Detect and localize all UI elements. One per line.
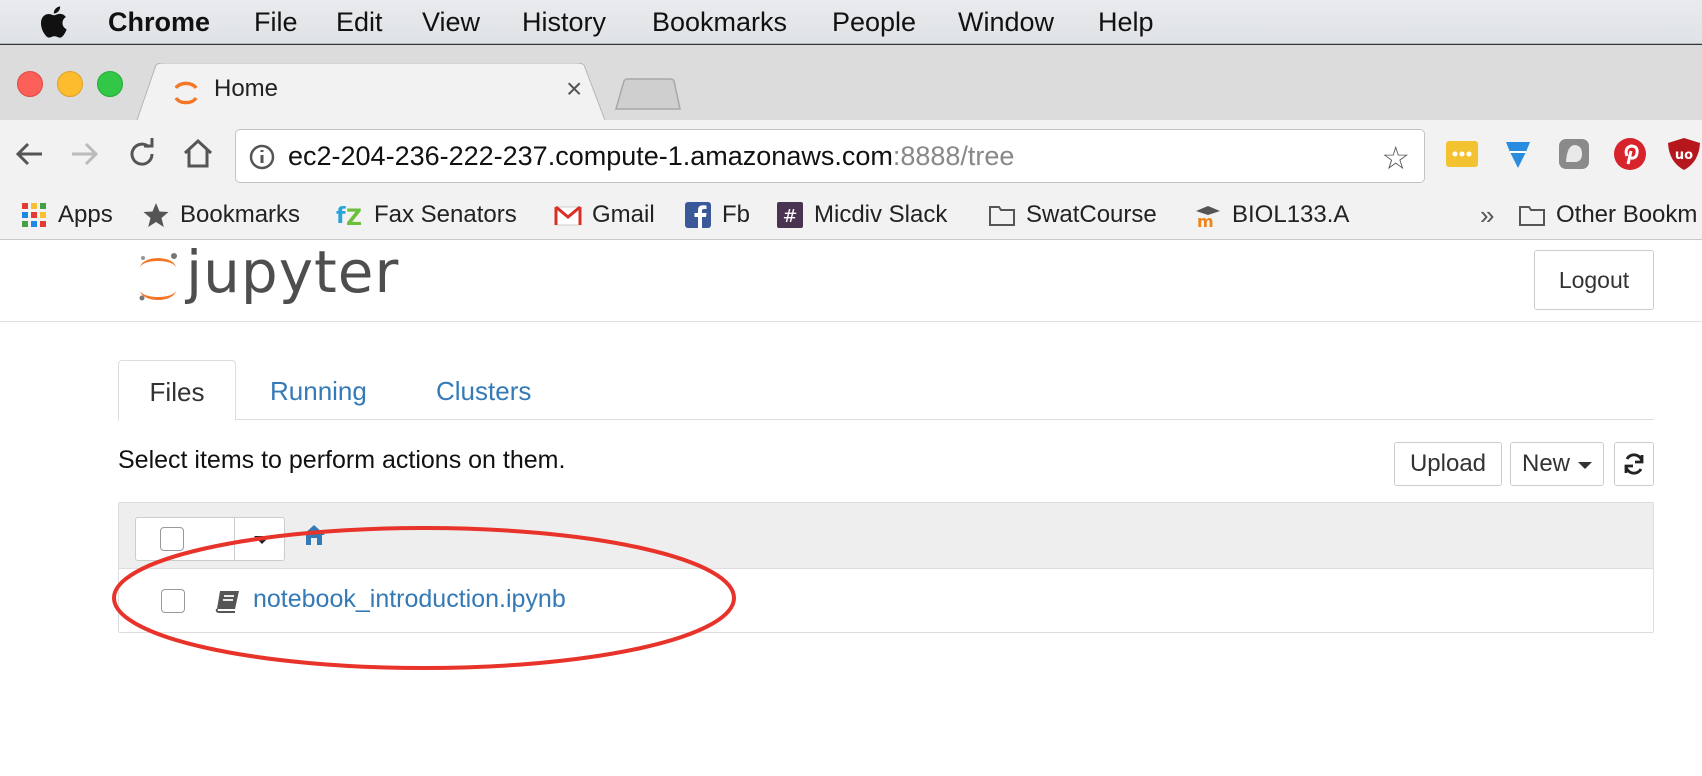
tab-strip: Home × (0, 44, 1702, 123)
gmail-icon (554, 205, 582, 226)
url-path: :8888/tree (892, 141, 1015, 171)
upload-button[interactable]: Upload (1394, 442, 1502, 486)
jupyter-tabs: Files Running Clusters (118, 360, 1654, 421)
jupyter-header: jupyter Logout (0, 238, 1702, 322)
menu-file[interactable]: File (254, 7, 298, 38)
bookmarks-bar: Apps Bookmarks f Z Fax Senators Gmail Fb… (0, 192, 1702, 240)
bookmark-gmail[interactable]: Gmail (554, 198, 655, 232)
bookmark-bookmarks[interactable]: Bookmarks (142, 198, 300, 232)
url-text[interactable]: ec2-204-236-222-237.compute-1.amazonaws.… (288, 141, 1014, 172)
menu-people[interactable]: People (832, 7, 916, 38)
svg-text:uo: uo (1675, 148, 1693, 163)
caret-down-icon (1578, 462, 1592, 469)
lastpass-extension-icon[interactable] (1444, 136, 1480, 172)
slack-icon: # (777, 202, 803, 228)
jupyter-logo-icon[interactable] (134, 248, 182, 308)
bookmark-biol133[interactable]: m BIOL133.A (1194, 198, 1349, 232)
tab-title: Home (214, 75, 279, 102)
bookmark-label: Fb (722, 201, 751, 228)
minimize-window-button[interactable] (57, 71, 83, 97)
bookmark-apps[interactable]: Apps (20, 198, 113, 232)
ublock-extension-icon[interactable]: uo (1666, 136, 1702, 172)
bookmark-other[interactable]: Other Bookm (1518, 198, 1697, 232)
new-tab-button[interactable] (614, 77, 682, 111)
refresh-button[interactable] (1614, 442, 1654, 486)
macos-menubar: Chrome File Edit View History Bookmarks … (0, 0, 1702, 44)
jupyter-favicon-icon (174, 81, 198, 105)
bookmarks-overflow-chevron-icon[interactable]: » (1480, 198, 1494, 232)
folder-icon (989, 206, 1015, 226)
tab-clusters[interactable]: Clusters (436, 360, 531, 421)
info-icon[interactable] (248, 143, 276, 171)
new-label: New (1521, 450, 1570, 477)
bookmark-label: Fax Senators (374, 201, 517, 228)
home-button-icon[interactable] (180, 136, 216, 172)
folder-icon (1519, 206, 1545, 226)
pinterest-extension-icon[interactable] (1612, 136, 1648, 172)
bookmark-label: Apps (58, 201, 113, 228)
apple-icon[interactable] (40, 6, 68, 38)
diamond-extension-icon[interactable] (1500, 136, 1536, 172)
bookmark-star-icon[interactable]: ☆ (1381, 139, 1410, 177)
bookmark-micdiv-slack[interactable]: # Micdiv Slack (776, 198, 947, 232)
new-dropdown-button[interactable]: New (1510, 442, 1604, 486)
jupyter-wordmark[interactable]: jupyter (186, 238, 399, 306)
back-arrow-icon[interactable] (12, 136, 48, 172)
tab-home[interactable]: Home × (136, 63, 606, 123)
menu-history[interactable]: History (522, 7, 606, 38)
tab-background (136, 63, 606, 123)
menu-edit[interactable]: Edit (336, 7, 383, 38)
menu-view[interactable]: View (422, 7, 480, 38)
reload-icon[interactable] (124, 136, 160, 172)
close-window-button[interactable] (17, 71, 43, 97)
svg-text:f: f (336, 204, 346, 229)
menu-bookmarks[interactable]: Bookmarks (652, 7, 787, 38)
tab-running[interactable]: Running (270, 360, 367, 421)
star-icon (143, 203, 169, 227)
bookmark-fax-senators[interactable]: f Z Fax Senators (336, 198, 517, 232)
tab-close-icon[interactable]: × (566, 73, 582, 105)
apps-grid-icon (22, 203, 46, 227)
bookmark-swatcourse[interactable]: SwatCourse (988, 198, 1157, 232)
forward-arrow-icon[interactable] (66, 136, 102, 172)
menu-chrome[interactable]: Chrome (108, 7, 210, 38)
bookmark-label: BIOL133.A (1232, 201, 1350, 228)
svg-text:Z: Z (346, 206, 362, 229)
browser-toolbar: ec2-204-236-222-237.compute-1.amazonaws.… (0, 120, 1702, 192)
bookmark-label: Bookmarks (180, 201, 301, 228)
bookmark-label: SwatCourse (1026, 201, 1157, 228)
refresh-icon (1624, 453, 1644, 475)
bookmark-fb[interactable]: Fb (684, 198, 750, 232)
svg-text:#: # (782, 206, 797, 227)
moodle-icon: m (1196, 206, 1220, 229)
address-bar[interactable]: ec2-204-236-222-237.compute-1.amazonaws.… (235, 129, 1425, 183)
menu-help[interactable]: Help (1098, 7, 1154, 38)
selection-hint: Select items to perform actions on them. (118, 446, 566, 474)
svg-text:m: m (1197, 212, 1214, 229)
bookmark-label: Micdiv Slack (814, 201, 948, 228)
fz-favicon-icon: f Z (336, 204, 362, 229)
menu-window[interactable]: Window (958, 7, 1054, 38)
ghostery-extension-icon[interactable] (1556, 136, 1592, 172)
url-host: ec2-204-236-222-237.compute-1.amazonaws.… (288, 141, 893, 171)
red-annotation-ellipse (112, 526, 736, 670)
bookmark-label: Gmail (592, 201, 655, 228)
logout-button[interactable]: Logout (1534, 250, 1654, 310)
bookmark-label: Other Bookm (1556, 201, 1698, 228)
facebook-icon (685, 202, 711, 228)
tab-files[interactable]: Files (118, 360, 236, 421)
fullscreen-window-button[interactable] (97, 71, 123, 97)
